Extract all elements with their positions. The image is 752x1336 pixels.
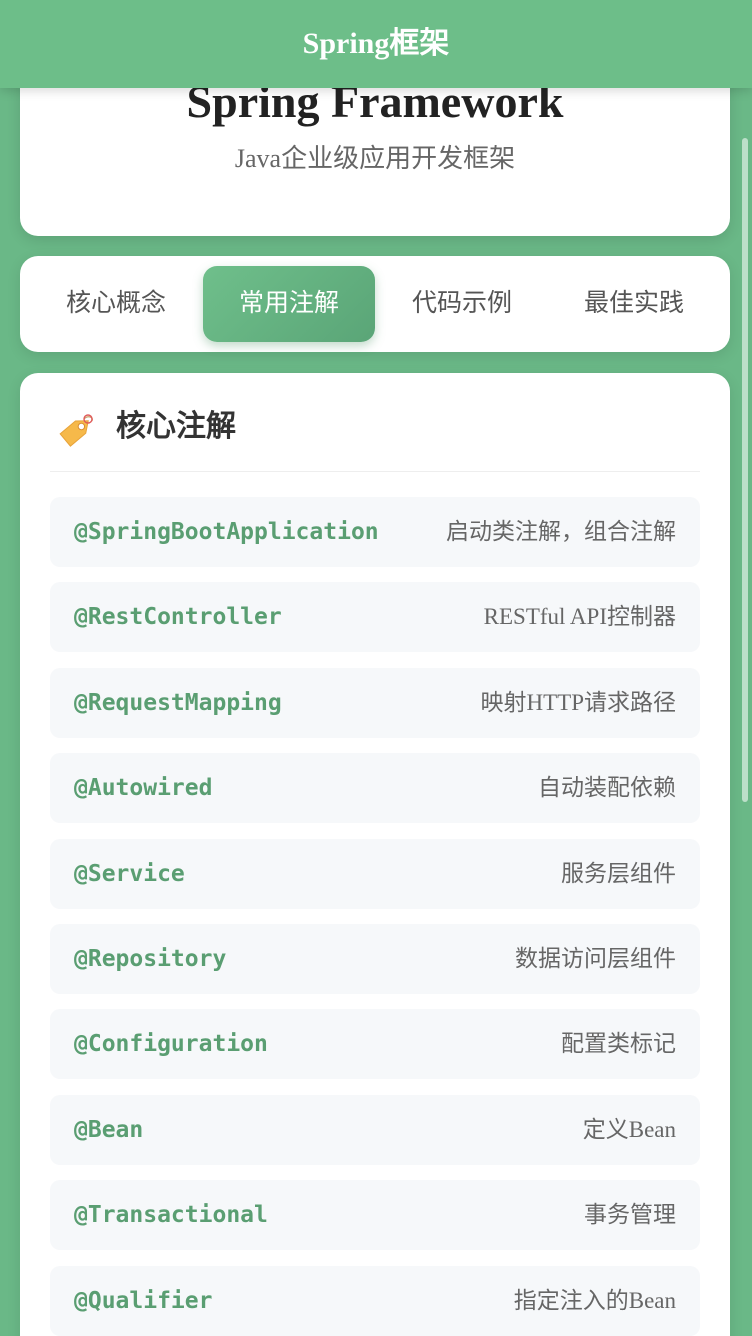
annotation-name: @Qualifier [74,1287,213,1314]
annotation-name: @Autowired [74,775,213,802]
tab-core-concepts[interactable]: 核心概念 [30,266,202,342]
annotation-description: 事务管理 [584,1202,676,1228]
annotation-name: @Configuration [74,1031,268,1058]
annotations-card: 核心注解 @SpringBootApplication 启动类注解，组合注解 @… [20,373,730,1336]
annotation-name: @RestController [74,604,282,631]
annotation-description: 自动装配依赖 [538,775,676,801]
tag-icon [54,409,98,453]
annotation-description: 配置类标记 [561,1031,676,1057]
annotation-description: 数据访问层组件 [515,945,676,971]
scroll-area[interactable]: Spring Framework Java企业级应用开发框架 核心概念 常用注解… [0,0,752,1336]
annotation-description: 启动类注解，组合注解 [446,519,676,544]
annotation-row: @Autowired 自动装配依赖 [50,753,700,824]
annotation-row: @Configuration 配置类标记 [50,1009,700,1080]
annotation-list: @SpringBootApplication 启动类注解，组合注解 @RestC… [50,497,700,1336]
annotation-row: @Repository 数据访问层组件 [50,923,700,994]
tab-code-examples[interactable]: 代码示例 [376,266,548,342]
annotation-name: @Repository [74,945,227,972]
annotation-row: @Service 服务层组件 [50,838,700,909]
annotation-row: @RestController RESTful API控制器 [50,582,700,653]
annotation-description: 定义Bean [582,1116,676,1142]
annotation-description: 指定注入的Bean [513,1287,676,1313]
annotation-name: @Service [74,860,185,887]
app-header: Spring框架 [0,0,752,88]
tab-best-practices[interactable]: 最佳实践 [548,266,720,342]
annotation-row: @RequestMapping 映射HTTP请求路径 [50,667,700,738]
annotation-row: @Bean 定义Bean [50,1094,700,1165]
section-title: 核心注解 [116,410,236,443]
section-header: 核心注解 [50,401,700,472]
annotation-name: @Transactional [74,1202,268,1229]
tab-bar: 核心概念 常用注解 代码示例 最佳实践 [20,256,730,352]
hero-subtitle: Java企业级应用开发框架 [234,144,516,173]
annotation-row: @SpringBootApplication 启动类注解，组合注解 [50,497,700,567]
scrollbar[interactable] [742,138,748,802]
tab-common-annotations[interactable]: 常用注解 [203,266,375,342]
annotation-name: @Bean [74,1116,144,1143]
annotation-row: @Transactional 事务管理 [50,1180,700,1251]
annotation-name: @SpringBootApplication [74,519,379,545]
annotation-row: @Qualifier 指定注入的Bean [50,1265,700,1336]
app-title: Spring框架 [302,27,450,60]
annotation-description: 服务层组件 [561,860,676,886]
annotation-description: RESTful API控制器 [483,604,676,630]
annotation-description: 映射HTTP请求路径 [480,689,677,715]
annotation-name: @RequestMapping [74,689,282,716]
